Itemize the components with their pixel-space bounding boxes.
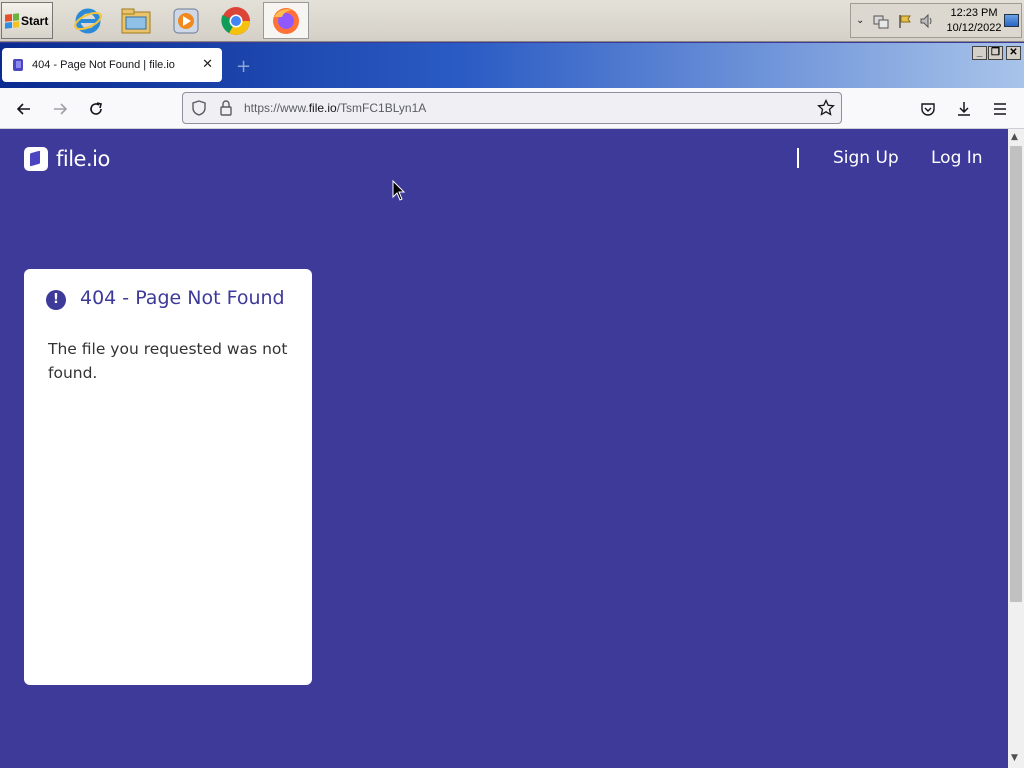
volume-icon[interactable] [919,13,935,29]
url-host: file.io [308,101,337,115]
new-tab-icon[interactable]: + [236,56,251,77]
show-desktop-icon[interactable] [1004,14,1019,27]
taskbar-clock[interactable]: 12:23 PM 10/12/2022 [943,6,1005,36]
menu-hamburger-icon[interactable] [988,97,1012,121]
logo-text: file.io [56,147,110,171]
system-tray: ⌄ 12:23 PM 10/12/2022 [850,3,1022,38]
scroll-up-arrow-icon[interactable]: ▲ [1011,132,1018,142]
internet-explorer-icon[interactable] [65,2,111,39]
clock-time: 12:23 PM [950,7,998,19]
scroll-down-arrow-icon[interactable]: ▼ [1011,753,1018,763]
clock-date: 10/12/2022 [946,22,1002,34]
browser-tab-strip: 404 - Page Not Found | file.io ✕ + [0,43,1024,88]
browser-nav-bar: https://www.file.io/TsmFC1BLyn1A [0,88,1024,129]
back-icon[interactable] [12,97,36,121]
error-message: The file you requested was not found. [48,340,288,382]
tab-title: 404 - Page Not Found | file.io [32,59,175,71]
file-io-favicon-icon [13,59,23,71]
vertical-scrollbar[interactable]: ▲ ▼ [1008,129,1024,768]
chrome-icon[interactable] [213,2,259,39]
bookmark-star-icon[interactable] [817,98,835,121]
start-button[interactable]: Start [1,2,53,39]
downloads-icon[interactable] [952,97,976,121]
error-title: 404 - Page Not Found [80,287,285,309]
url-text[interactable]: https://www.file.io/TsmFC1BLyn1A [244,101,426,115]
minimize-window-button[interactable]: _ [972,46,987,60]
lock-icon[interactable] [219,100,233,120]
action-center-flag-icon[interactable] [897,13,913,29]
close-tab-icon[interactable]: ✕ [202,57,213,72]
firefox-icon[interactable] [263,2,309,39]
reload-icon[interactable] [84,97,108,121]
restore-window-button[interactable]: ❐ [988,46,1003,60]
error-card: ! 404 - Page Not Found The file you requ… [24,269,312,685]
network-icon[interactable] [873,13,889,29]
close-window-button[interactable]: ✕ [1006,46,1021,60]
forward-icon[interactable] [48,97,72,121]
tracking-protection-shield-icon[interactable] [191,100,207,120]
scrollbar-thumb[interactable] [1010,146,1022,602]
windows-taskbar: Start ⌄ 12:23 PM 10/12/2022 [0,0,1024,42]
sign-up-link[interactable]: Sign Up [833,148,899,168]
log-in-link[interactable]: Log In [931,148,983,168]
start-label: Start [21,13,49,28]
mouse-cursor-icon [392,180,406,201]
show-hidden-icons-chevron-icon[interactable]: ⌄ [856,15,864,26]
file-io-logo-icon [24,147,48,171]
address-bar[interactable]: https://www.file.io/TsmFC1BLyn1A [182,92,842,124]
browser-tab[interactable]: 404 - Page Not Found | file.io ✕ [2,48,222,82]
alert-icon: ! [46,290,66,310]
nav-divider [797,148,799,168]
site-logo[interactable]: file.io [24,147,110,171]
web-page: file.io Sign Up Log In ! 404 - Page Not … [0,129,1008,768]
windows-logo-icon [5,12,19,29]
url-prefix: https://www. [244,101,309,115]
media-player-icon[interactable] [163,2,209,39]
file-explorer-icon[interactable] [113,2,159,39]
pocket-icon[interactable] [916,97,940,121]
url-path: /TsmFC1BLyn1A [336,101,427,115]
